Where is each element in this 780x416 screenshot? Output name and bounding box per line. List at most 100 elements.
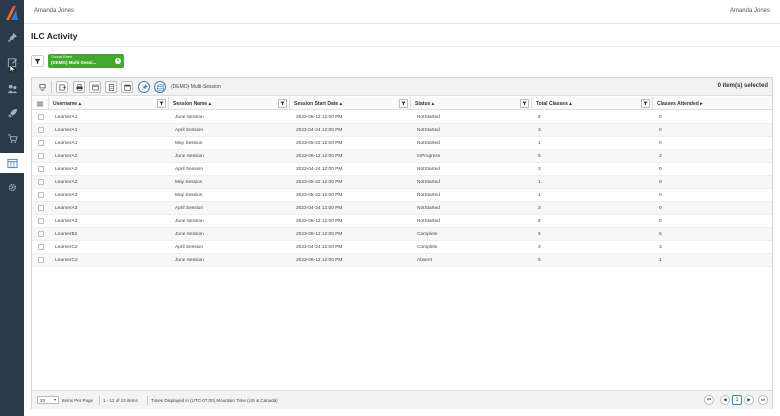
document-icon	[108, 83, 114, 91]
column-header-status[interactable]: Status ▴	[411, 97, 532, 110]
table-row[interactable]: LearnerA2 June Session 2023-06-12 12:00 PM…	[32, 150, 772, 163]
page-size-select[interactable]: 20 ▾	[37, 396, 59, 404]
cell-total-classes: 5	[538, 154, 541, 159]
cell-session-start-date: 2023-04-24 12:00 PM	[296, 167, 343, 172]
print-button[interactable]	[73, 81, 85, 93]
current-view-label: (DEMO) Multi-Session	[171, 84, 221, 90]
table-row[interactable]: LearnerA1 May Session 2023-05-22 12:00 PM N…	[32, 137, 772, 150]
column-header-session-start-date[interactable]: Session Start Date ▴	[290, 97, 411, 110]
cell-session-name: June Session	[175, 219, 204, 224]
table-row[interactable]: LearnerA3 May Session 2023-05-22 12:00 PM N…	[32, 189, 772, 202]
table-row[interactable]: LearnerC2 April Session 2023-04-24 12:00 P…	[32, 241, 772, 254]
cell-status: NotStarted	[417, 167, 440, 172]
row-checkbox[interactable]	[38, 205, 44, 211]
table-row[interactable]: LearnerB2 June Session 2023-06-12 12:00 PM…	[32, 228, 772, 241]
row-checkbox[interactable]	[38, 114, 44, 120]
calendar-button[interactable]	[121, 81, 133, 93]
grid-view-icon	[91, 84, 99, 90]
column-title: Username	[53, 101, 78, 107]
user-menu[interactable]: Amanda Jones	[730, 8, 770, 14]
row-checkbox[interactable]	[38, 127, 44, 133]
divider	[24, 46, 780, 47]
cell-status: NotStarted	[417, 141, 440, 146]
table-row[interactable]: LearnerA2 May Session 2023-05-22 12:00 PM N…	[32, 176, 772, 189]
column-header-username[interactable]: Username ▴	[49, 97, 169, 110]
cell-session-start-date: 2023-06-12 12:00 PM	[296, 258, 343, 263]
table-row[interactable]: LearnerC2 June Session 2023-06-12 12:00 PM…	[32, 254, 772, 267]
row-checkbox[interactable]	[38, 218, 44, 224]
filter-chip[interactable]: Course Event (DEMO) Multi-Sessi... ×	[48, 54, 124, 68]
app-logo[interactable]	[3, 4, 21, 22]
current-page[interactable]: 1	[732, 395, 742, 405]
cell-total-classes: 5	[538, 232, 541, 237]
cell-session-name: April Session	[175, 206, 203, 211]
row-checkbox[interactable]	[38, 153, 44, 159]
cell-username: LearnerA3	[55, 206, 78, 211]
footer-divider	[147, 396, 148, 405]
export-icon	[59, 84, 66, 90]
calendar-icon	[123, 84, 131, 91]
users-icon[interactable]	[0, 78, 24, 98]
row-checkbox[interactable]	[38, 244, 44, 250]
column-header-total-classes[interactable]: Total Classes ▴	[532, 97, 653, 110]
cart-icon[interactable]	[0, 128, 24, 148]
column-filter-icon[interactable]	[399, 99, 408, 108]
chevron-down-icon: ▾	[53, 397, 56, 402]
cell-session-name: May Session	[175, 180, 203, 185]
timezone-note: Times Displayed in (UTC-07:00) Mountain …	[151, 398, 278, 403]
table-row[interactable]: LearnerA1 April Session 2023-04-24 12:00 P…	[32, 124, 772, 137]
column-filter-icon[interactable]	[641, 99, 650, 108]
reports-icon[interactable]	[0, 153, 24, 173]
settings-gear-icon[interactable]	[0, 177, 24, 197]
cell-total-classes: 3	[538, 128, 541, 133]
cell-session-start-date: 2023-05-22 12:00 PM	[296, 141, 343, 146]
column-filter-icon[interactable]	[157, 99, 166, 108]
cell-session-name: June Session	[175, 258, 204, 263]
table-row[interactable]: LearnerA3 April Session 2023-04-24 12:00 P…	[32, 202, 772, 215]
cell-classes-attended: 3	[659, 245, 662, 250]
saved-view-button[interactable]	[154, 81, 166, 93]
cell-username: LearnerC2	[55, 258, 78, 263]
pin-icon[interactable]	[0, 27, 24, 47]
column-filter-icon[interactable]	[278, 99, 287, 108]
remove-filter-icon[interactable]: ×	[115, 58, 121, 64]
column-title: Status	[415, 101, 431, 107]
row-checkbox[interactable]	[38, 166, 44, 172]
row-checkbox[interactable]	[38, 231, 44, 237]
cell-username: LearnerA1	[55, 128, 78, 133]
document-button[interactable]	[105, 81, 117, 93]
first-page-button[interactable]: ⏮	[704, 395, 714, 405]
page-size-value: 20	[40, 398, 46, 403]
column-filter-icon[interactable]	[520, 99, 529, 108]
grid-footer: 20 ▾ Items Per Page 1 - 12 of 12 items T…	[32, 390, 772, 409]
table-icon	[156, 84, 164, 90]
previous-page-button[interactable]: ◀	[720, 395, 730, 405]
table-row[interactable]: LearnerA2 April Session 2023-04-24 12:00 P…	[32, 163, 772, 176]
pin-icon	[141, 83, 148, 90]
filter-button[interactable]	[31, 55, 44, 67]
last-page-button[interactable]: ⏭	[758, 395, 768, 405]
column-chooser-button[interactable]	[36, 81, 48, 93]
next-page-button[interactable]: ▶	[744, 395, 754, 405]
column-menu-button[interactable]	[32, 97, 49, 110]
cell-status: InProgress	[417, 154, 441, 159]
row-checkbox[interactable]	[38, 140, 44, 146]
pin-view-button[interactable]	[138, 81, 150, 93]
export-button[interactable]	[56, 81, 68, 93]
rocket-icon[interactable]	[0, 103, 24, 123]
column-header-session-name[interactable]: Session Name ▴	[169, 97, 290, 110]
refresh-button[interactable]	[89, 81, 101, 93]
cell-username: LearnerA2	[55, 154, 78, 159]
cell-total-classes: 3	[538, 206, 541, 211]
column-title: Total Classes	[536, 101, 568, 107]
table-row[interactable]: LearnerA3 June Session 2023-06-12 12:00 PM…	[32, 215, 772, 228]
page-title: ILC Activity	[31, 31, 78, 41]
row-checkbox[interactable]	[38, 179, 44, 185]
cell-status: Complete	[417, 245, 438, 250]
column-header-classes-attended[interactable]: Classes Attended ▸	[653, 97, 772, 110]
row-checkbox[interactable]	[38, 192, 44, 198]
cell-total-classes: 5	[538, 115, 541, 120]
row-checkbox[interactable]	[38, 257, 44, 263]
table-row[interactable]: LearnerA1 June Session 2023-06-12 12:00 PM…	[32, 111, 772, 124]
cell-total-classes: 5	[538, 219, 541, 224]
